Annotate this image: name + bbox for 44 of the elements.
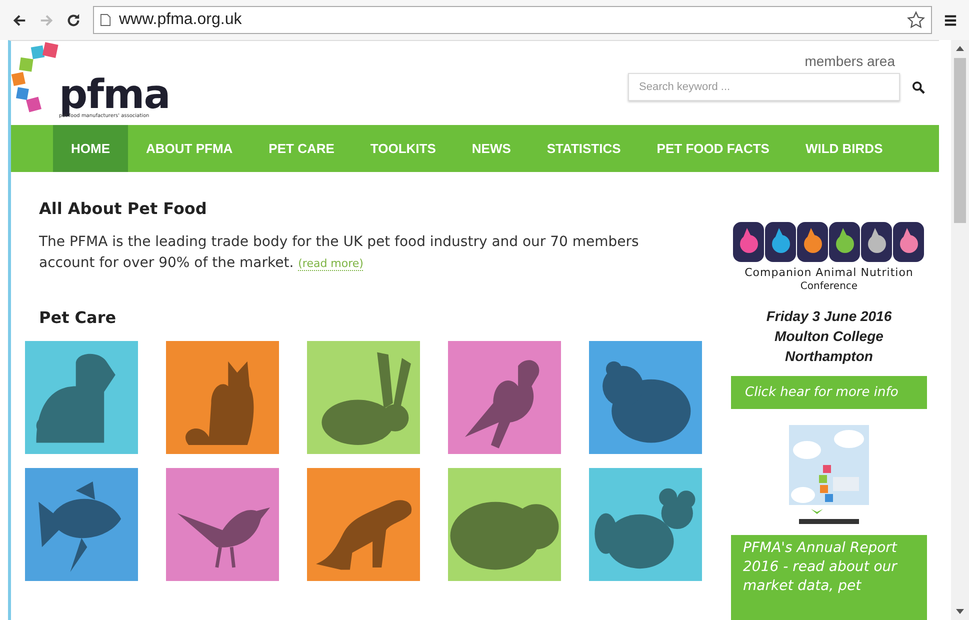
intro-paragraph: The PFMA is the leading trade body for the UK pet food industry and our 70 members account for over 90% of the market. (read more) — [39, 233, 640, 273]
section-heading: All About Pet Food — [39, 199, 208, 218]
nav-tab[interactable]: TOOLKITS — [352, 125, 454, 172]
pet-care-tile[interactable] — [448, 341, 561, 454]
event-detail: Friday 3 June 2016 — [766, 307, 892, 326]
read-more-link[interactable]: (read more) — [298, 257, 364, 271]
page-icon — [100, 13, 111, 27]
pet-care-tile[interactable] — [448, 468, 561, 581]
pet-care-tile[interactable] — [25, 468, 138, 581]
pet-care-tile[interactable] — [589, 341, 702, 454]
pet-care-tile[interactable] — [166, 341, 279, 454]
url-text: www.pfma.org.uk — [119, 11, 243, 29]
nav-tab[interactable]: PET CARE — [250, 125, 352, 172]
pet-care-tile[interactable] — [25, 341, 138, 454]
nav-tab[interactable]: WILD BIRDS — [787, 125, 901, 172]
nav-tab[interactable]: ABOUT PFMA — [128, 125, 251, 172]
reload-icon[interactable] — [66, 12, 81, 28]
pet-care-tile[interactable] — [589, 468, 702, 581]
scroll-down-icon[interactable] — [956, 608, 964, 614]
conference-title: Companion Animal Nutrition — [744, 266, 914, 279]
conference-logo-drawing[interactable] — [733, 222, 925, 264]
pet-care-tile[interactable] — [307, 341, 420, 454]
section-heading: Pet Care — [39, 308, 118, 327]
members-area-link[interactable]: members area — [804, 53, 895, 69]
more-info-button[interactable]: Click hear for more info — [731, 376, 927, 409]
search-icon[interactable] — [912, 80, 925, 94]
nav-tab[interactable]: STATISTICS — [528, 125, 639, 172]
star-icon[interactable] — [907, 11, 925, 29]
search-field[interactable]: Search keyword ... — [628, 73, 900, 101]
pet-care-tile[interactable] — [307, 468, 420, 581]
nav-tab[interactable]: HOME — [53, 125, 128, 172]
nav-tab[interactable]: PET FOOD FACTS — [638, 125, 788, 172]
scroll-up-icon[interactable] — [956, 46, 964, 52]
scroll-thumb[interactable] — [954, 58, 966, 223]
annual-report-link[interactable]: PFMA's Annual Report 2016 - read about our market data, pet — [731, 535, 927, 620]
scrollbar[interactable] — [951, 40, 969, 620]
address-bar[interactable]: www.pfma.org.uk — [93, 6, 932, 34]
event-detail: Moulton College — [774, 327, 884, 346]
event-detail: Northampton — [784, 347, 874, 366]
back-icon[interactable] — [12, 12, 27, 28]
nav-tab[interactable]: NEWS — [454, 125, 529, 172]
pet-care-tile[interactable] — [166, 468, 279, 581]
menu-icon[interactable] — [944, 14, 957, 26]
conference-subtitle: Conference — [800, 281, 858, 292]
